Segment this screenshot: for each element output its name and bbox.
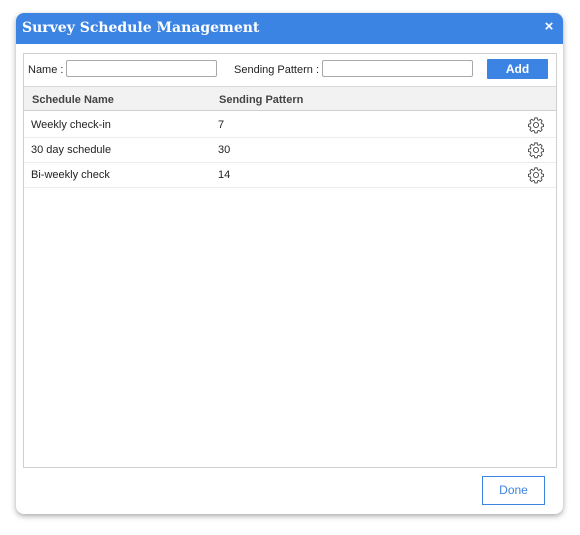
add-button[interactable]: Add <box>487 59 548 79</box>
table-row[interactable]: Bi-weekly check 14 <box>24 163 556 188</box>
table-row[interactable]: 30 day schedule 30 <box>24 138 556 163</box>
name-label: Name : <box>28 64 64 76</box>
sending-pattern-cell: 30 <box>218 144 231 156</box>
column-header-schedule-name[interactable]: Schedule Name <box>32 94 114 106</box>
sending-pattern-cell: 14 <box>218 169 231 181</box>
gear-icon[interactable] <box>527 166 545 184</box>
schedule-panel: Name : Sending Pattern : Add Schedule Na… <box>23 53 557 468</box>
column-header-sending-pattern[interactable]: Sending Pattern <box>219 94 303 106</box>
sending-pattern-label: Sending Pattern : <box>234 64 320 76</box>
gear-icon[interactable] <box>527 116 545 134</box>
add-schedule-form: Name : Sending Pattern : Add <box>24 54 556 86</box>
done-button[interactable]: Done <box>482 476 545 505</box>
gear-icon[interactable] <box>527 141 545 159</box>
dialog-title: Survey Schedule Management <box>22 20 260 36</box>
close-icon[interactable]: × <box>542 19 556 34</box>
sending-pattern-cell: 7 <box>218 119 225 131</box>
survey-schedule-dialog: Survey Schedule Management × Name : Send… <box>16 13 563 514</box>
dialog-titlebar: Survey Schedule Management × <box>16 13 563 44</box>
schedule-name-cell: 30 day schedule <box>31 144 112 156</box>
sending-pattern-input[interactable] <box>322 60 473 77</box>
schedule-name-cell: Bi-weekly check <box>31 169 110 181</box>
name-input[interactable] <box>66 60 217 77</box>
schedule-name-cell: Weekly check-in <box>31 119 111 131</box>
table-row[interactable]: Weekly check-in 7 <box>24 113 556 138</box>
table-header: Schedule Name Sending Pattern <box>24 86 556 111</box>
